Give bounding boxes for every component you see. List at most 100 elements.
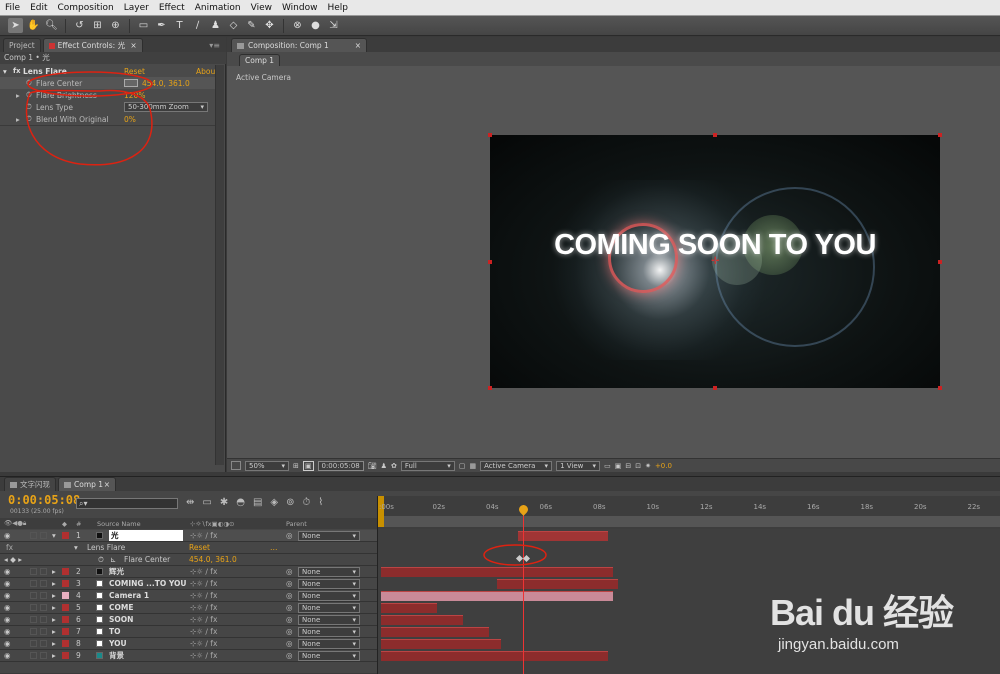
flowchart-icon[interactable]: ⊡ <box>635 462 641 470</box>
solo-toggle[interactable] <box>30 616 37 623</box>
current-time-indicator[interactable] <box>523 505 524 674</box>
menu-animation[interactable]: Animation <box>190 3 246 13</box>
toggle-pixel-aspect-icon[interactable]: ▭ <box>604 462 611 470</box>
pickwhip-icon[interactable]: ◎ <box>286 531 293 540</box>
layer-row[interactable]: ◉ ▸ 5 COME ⊹☼ ∕ fx ◎ None ▾ <box>0 602 377 614</box>
roto-brush-tool-icon[interactable]: ✎ <box>244 18 259 33</box>
twirl-closed-icon[interactable]: ▸ <box>52 639 56 648</box>
pickwhip-icon[interactable]: ◎ <box>286 567 293 576</box>
solo-toggle[interactable] <box>30 568 37 575</box>
pickwhip-icon[interactable]: ◎ <box>286 627 293 636</box>
twirl-closed-icon[interactable]: ▸ <box>52 627 56 636</box>
parent-dropdown[interactable]: None ▾ <box>298 578 360 589</box>
transparency-grid-icon[interactable]: ▦ <box>469 462 476 470</box>
solo-toggle[interactable] <box>30 640 37 647</box>
eye-icon[interactable]: ◉ <box>4 615 11 624</box>
label-color-swatch[interactable] <box>62 604 69 611</box>
layer-switches-icon[interactable]: ⊹☼ ∕ fx <box>190 579 217 588</box>
puppet-tool-icon[interactable]: ✥ <box>262 18 277 33</box>
eye-icon[interactable]: ◉ <box>4 651 11 660</box>
lock-toggle[interactable] <box>40 652 47 659</box>
hide-shy-icon[interactable]: ◓ <box>236 497 245 508</box>
layer-duration-bar[interactable] <box>497 579 618 589</box>
auto-keyframe-icon[interactable]: ⏱ <box>303 497 311 508</box>
eye-icon[interactable]: ◉ <box>4 627 11 636</box>
resolution-dropdown[interactable]: Full ▾ <box>400 460 455 471</box>
sub-prop-value[interactable]: 454.0, 361.0 <box>189 555 237 564</box>
layer-name[interactable]: 光 <box>109 530 183 541</box>
tab-timeline-wenzi[interactable]: 文字闪现 <box>4 477 56 491</box>
layer-name[interactable]: COMING ...TO YOU <box>109 579 186 588</box>
eye-icon[interactable]: ◉ <box>4 603 11 612</box>
lock-toggle[interactable] <box>40 640 47 647</box>
layer-name[interactable]: SOON <box>109 615 133 624</box>
parent-dropdown[interactable]: None ▾ <box>298 602 360 613</box>
layer-duration-bar[interactable] <box>381 639 501 649</box>
layer-duration-bar[interactable] <box>381 651 608 661</box>
comp-canvas[interactable]: COMING SOON TO YOU ✛ <box>490 135 940 388</box>
twirl-closed-icon[interactable]: ▸ <box>52 591 56 600</box>
menu-file[interactable]: File <box>0 3 25 13</box>
snapshot-icon[interactable]: 📷︎ <box>368 462 377 470</box>
pickwhip-icon[interactable]: ◎ <box>286 579 293 588</box>
handle[interactable] <box>713 386 717 390</box>
layer-switches-icon[interactable]: ⊹☼ ∕ fx <box>190 627 217 636</box>
label-color-swatch[interactable] <box>62 652 69 659</box>
brush-tool-icon[interactable]: ∕ <box>190 18 205 33</box>
lock-toggle[interactable] <box>40 568 47 575</box>
layer-duration-bar[interactable] <box>381 591 613 601</box>
twirl-closed-icon[interactable]: ▸ <box>52 579 56 588</box>
lock-toggle[interactable] <box>40 628 47 635</box>
menu-layer[interactable]: Layer <box>119 3 154 13</box>
label-color-swatch[interactable] <box>62 580 69 587</box>
menu-view[interactable]: View <box>246 3 277 13</box>
rotate-tool-icon[interactable]: ↺ <box>72 18 87 33</box>
solo-toggle[interactable] <box>30 628 37 635</box>
handle[interactable] <box>488 260 492 264</box>
solo-toggle[interactable] <box>30 652 37 659</box>
camera-dropdown[interactable]: Active Camera ▾ <box>480 460 553 471</box>
layer-row[interactable]: ◉ ▸ 2 辉光 ⊹☼ ∕ fx ◎ None ▾ <box>0 566 377 578</box>
pickwhip-icon[interactable]: ◎ <box>286 651 293 660</box>
label-color-swatch[interactable] <box>62 640 69 647</box>
pen-tool-icon[interactable]: ✒ <box>154 18 169 33</box>
comp-subtab[interactable]: Comp 1 <box>239 54 281 66</box>
solo-toggle[interactable] <box>30 592 37 599</box>
twirl-closed-icon[interactable]: ▸ <box>52 603 56 612</box>
layer-duration-bar[interactable] <box>381 603 437 613</box>
channel-icon[interactable]: ✿ <box>391 462 397 470</box>
pickwhip-icon[interactable]: ◎ <box>286 639 293 648</box>
handle[interactable] <box>488 133 492 137</box>
view-axis-icon[interactable]: ⇲ <box>326 18 341 33</box>
parent-header[interactable]: Parent <box>286 520 307 528</box>
layer-name[interactable]: Camera 1 <box>109 591 149 600</box>
show-snapshot-icon[interactable]: ♟ <box>381 462 387 470</box>
solo-toggle[interactable] <box>30 532 37 539</box>
live-update-icon[interactable]: ▭ <box>202 497 211 508</box>
parent-dropdown[interactable]: None ▾ <box>298 590 360 601</box>
menu-window[interactable]: Window <box>277 3 323 13</box>
menu-effect[interactable]: Effect <box>154 3 190 13</box>
layer-search-input[interactable]: ⌕▾ <box>76 498 178 509</box>
selection-tool-icon[interactable]: ➤ <box>8 18 23 33</box>
sub-reset-link[interactable]: Reset <box>189 543 210 552</box>
safe-zones-icon[interactable]: ⊞ <box>293 462 299 470</box>
label-color-swatch[interactable] <box>62 616 69 623</box>
source-name-header[interactable]: Source Name <box>97 520 141 528</box>
menu-edit[interactable]: Edit <box>25 3 52 13</box>
layer-name[interactable]: COME <box>109 603 133 612</box>
lock-toggle[interactable] <box>40 592 47 599</box>
tab-timeline-comp1[interactable]: Comp 1 × <box>58 477 116 491</box>
layer-row[interactable]: ◉ ▸ 7 TO ⊹☼ ∕ fx ◎ None ▾ <box>0 626 377 638</box>
label-color-swatch[interactable] <box>62 592 69 599</box>
layer-row[interactable]: ◉ ▸ 4 Camera 1 ⊹☼ ∕ fx ◎ None ▾ <box>0 590 377 602</box>
current-time-display[interactable]: 0:00:05:08 <box>317 460 364 471</box>
parent-dropdown[interactable]: None ▾ <box>298 638 360 649</box>
work-area-start-handle[interactable] <box>378 496 384 527</box>
close-icon[interactable]: × <box>355 41 361 50</box>
twirl-closed-icon[interactable]: ▸ <box>52 567 56 576</box>
timeline-icon[interactable]: ⊟ <box>625 462 631 470</box>
layer-switches-icon[interactable]: ⊹☼ ∕ fx <box>190 567 217 576</box>
eraser-tool-icon[interactable]: ◇ <box>226 18 241 33</box>
handle[interactable] <box>713 133 717 137</box>
